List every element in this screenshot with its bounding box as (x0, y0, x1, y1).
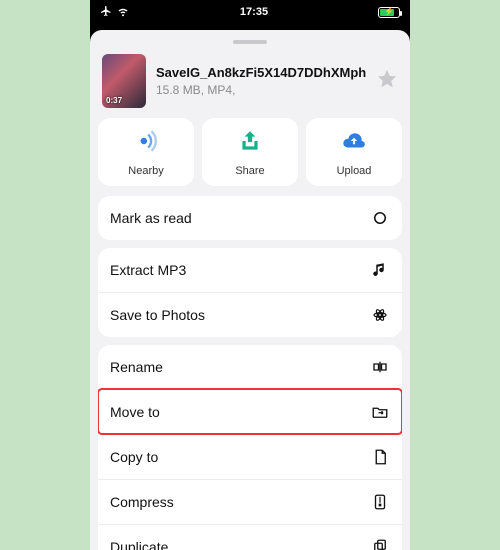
folder-arrow-icon (370, 402, 390, 422)
file-name: SaveIG_An8kzFi5X14D7DDhXMphRfwQ_DteM6vka… (156, 65, 366, 81)
upload-tile[interactable]: Upload (306, 118, 402, 186)
circle-icon (370, 208, 390, 228)
upload-label: Upload (337, 165, 372, 177)
video-thumbnail[interactable]: 0:37 (102, 54, 146, 108)
airplane-icon (100, 5, 112, 20)
share-tile[interactable]: Share (202, 118, 298, 186)
extract-mp3-row[interactable]: Extract MP3 (98, 248, 402, 292)
row-label: Move to (110, 404, 160, 420)
row-label: Copy to (110, 449, 158, 465)
duplicate-icon (370, 537, 390, 550)
file-meta: 15.8 MB, MP4, (156, 83, 366, 97)
wifi-icon (116, 5, 130, 20)
nearby-icon (133, 128, 159, 159)
upload-icon (341, 128, 367, 159)
action-sheet: 0:37 SaveIG_An8kzFi5X14D7DDhXMphRfwQ_Dte… (90, 30, 410, 550)
row-label: Mark as read (110, 210, 192, 226)
share-icon (237, 128, 263, 159)
row-label: Duplicate (110, 539, 168, 550)
row-label: Save to Photos (110, 307, 205, 323)
nearby-tile[interactable]: Nearby (98, 118, 194, 186)
rename-row[interactable]: Rename (98, 345, 402, 389)
status-bar: 17:35 ⚡ (90, 0, 410, 24)
row-label: Compress (110, 494, 174, 510)
mark-as-read-row[interactable]: Mark as read (98, 196, 402, 240)
duplicate-row[interactable]: Duplicate (98, 524, 402, 550)
photos-icon (370, 305, 390, 325)
rename-icon (370, 357, 390, 377)
video-duration: 0:37 (106, 96, 122, 105)
file-header: 0:37 SaveIG_An8kzFi5X14D7DDhXMphRfwQ_Dte… (98, 54, 402, 118)
nearby-label: Nearby (128, 165, 163, 177)
battery-icon: ⚡ (378, 7, 400, 18)
favorite-button[interactable] (376, 68, 398, 95)
share-label: Share (235, 165, 264, 177)
sheet-grabber[interactable] (233, 40, 267, 44)
copy-to-row[interactable]: Copy to (98, 434, 402, 479)
music-icon (370, 260, 390, 280)
save-to-photos-row[interactable]: Save to Photos (98, 292, 402, 337)
archive-icon (370, 492, 390, 512)
row-label: Extract MP3 (110, 262, 186, 278)
move-to-row[interactable]: Move to (98, 389, 402, 434)
document-icon (370, 447, 390, 467)
row-label: Rename (110, 359, 163, 375)
clock: 17:35 (240, 6, 268, 18)
compress-row[interactable]: Compress (98, 479, 402, 524)
